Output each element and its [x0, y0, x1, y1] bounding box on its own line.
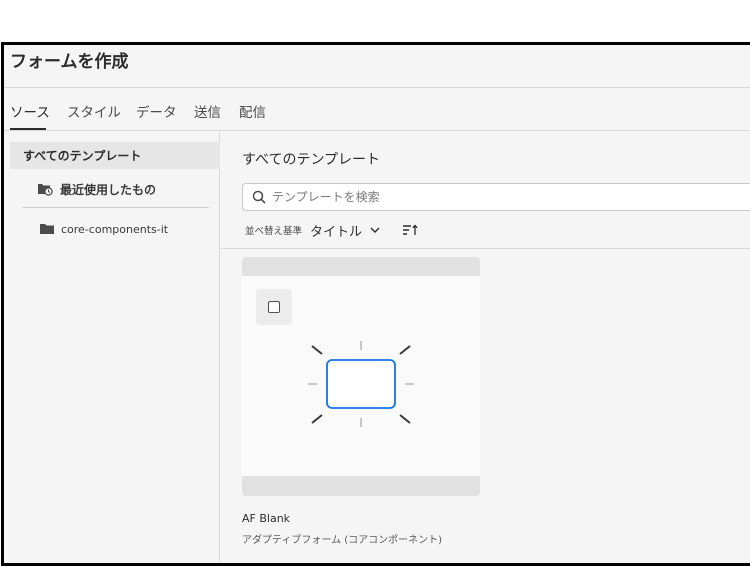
folder-clock-icon — [37, 182, 53, 196]
template-thumbnail — [242, 276, 480, 476]
tab-submit[interactable]: 送信 — [194, 101, 221, 121]
sort-value: タイトル — [310, 224, 363, 240]
sidebar-item-recent[interactable]: 最近使用したもの — [10, 177, 220, 201]
section-title: すべてのテンプレート — [242, 152, 381, 168]
create-form-dialog: フォームを作成 ソース スタイル データ 送信 配信 すべてのテンプレート 最近… — [1, 42, 750, 566]
tab-source[interactable]: ソース — [10, 101, 50, 121]
tab-data[interactable]: データ — [136, 101, 177, 121]
tab-bar: ソース スタイル データ 送信 配信 — [4, 88, 750, 131]
sidebar-item-label: core-components-it — [61, 222, 169, 236]
search-icon — [252, 190, 266, 204]
chevron-down-icon — [370, 227, 380, 233]
main-panel: すべてのテンプレート 並べ替え基準 タイトル — [221, 132, 750, 563]
sidebar-item-label: すべてのテンプレート — [23, 149, 142, 163]
search-box[interactable] — [242, 183, 750, 211]
active-tab-indicator — [10, 128, 46, 130]
search-input[interactable] — [272, 190, 732, 204]
sidebar-item-label: 最近使用したもの — [60, 182, 157, 197]
sort-dropdown[interactable]: タイトル — [310, 221, 380, 240]
card-checkbox[interactable] — [268, 301, 280, 313]
template-card[interactable] — [242, 257, 480, 496]
template-subtitle: アダプティブフォーム (コアコンポーネント) — [242, 535, 443, 546]
template-name: AF Blank — [242, 512, 291, 525]
sort-order-icon[interactable] — [402, 224, 418, 236]
sort-label: 並べ替え基準 — [245, 226, 303, 237]
page-title: フォームを作成 — [10, 52, 129, 72]
sidebar-divider — [22, 207, 209, 208]
blank-template-icon — [308, 341, 414, 427]
tab-style[interactable]: スタイル — [67, 101, 121, 121]
card-checkbox-wrap[interactable] — [256, 289, 292, 325]
folder-icon — [40, 223, 54, 235]
tab-delivery[interactable]: 配信 — [239, 101, 266, 121]
main-divider — [221, 248, 750, 249]
sort-controls: 並べ替え基準 タイトル — [245, 220, 418, 240]
sidebar-item-all-templates[interactable]: すべてのテンプレート — [10, 142, 220, 169]
sidebar-item-core-components-it[interactable]: core-components-it — [10, 217, 220, 241]
sidebar: すべてのテンプレート 最近使用したもの core-components-it — [4, 132, 220, 563]
dialog-header: フォームを作成 — [4, 45, 750, 88]
